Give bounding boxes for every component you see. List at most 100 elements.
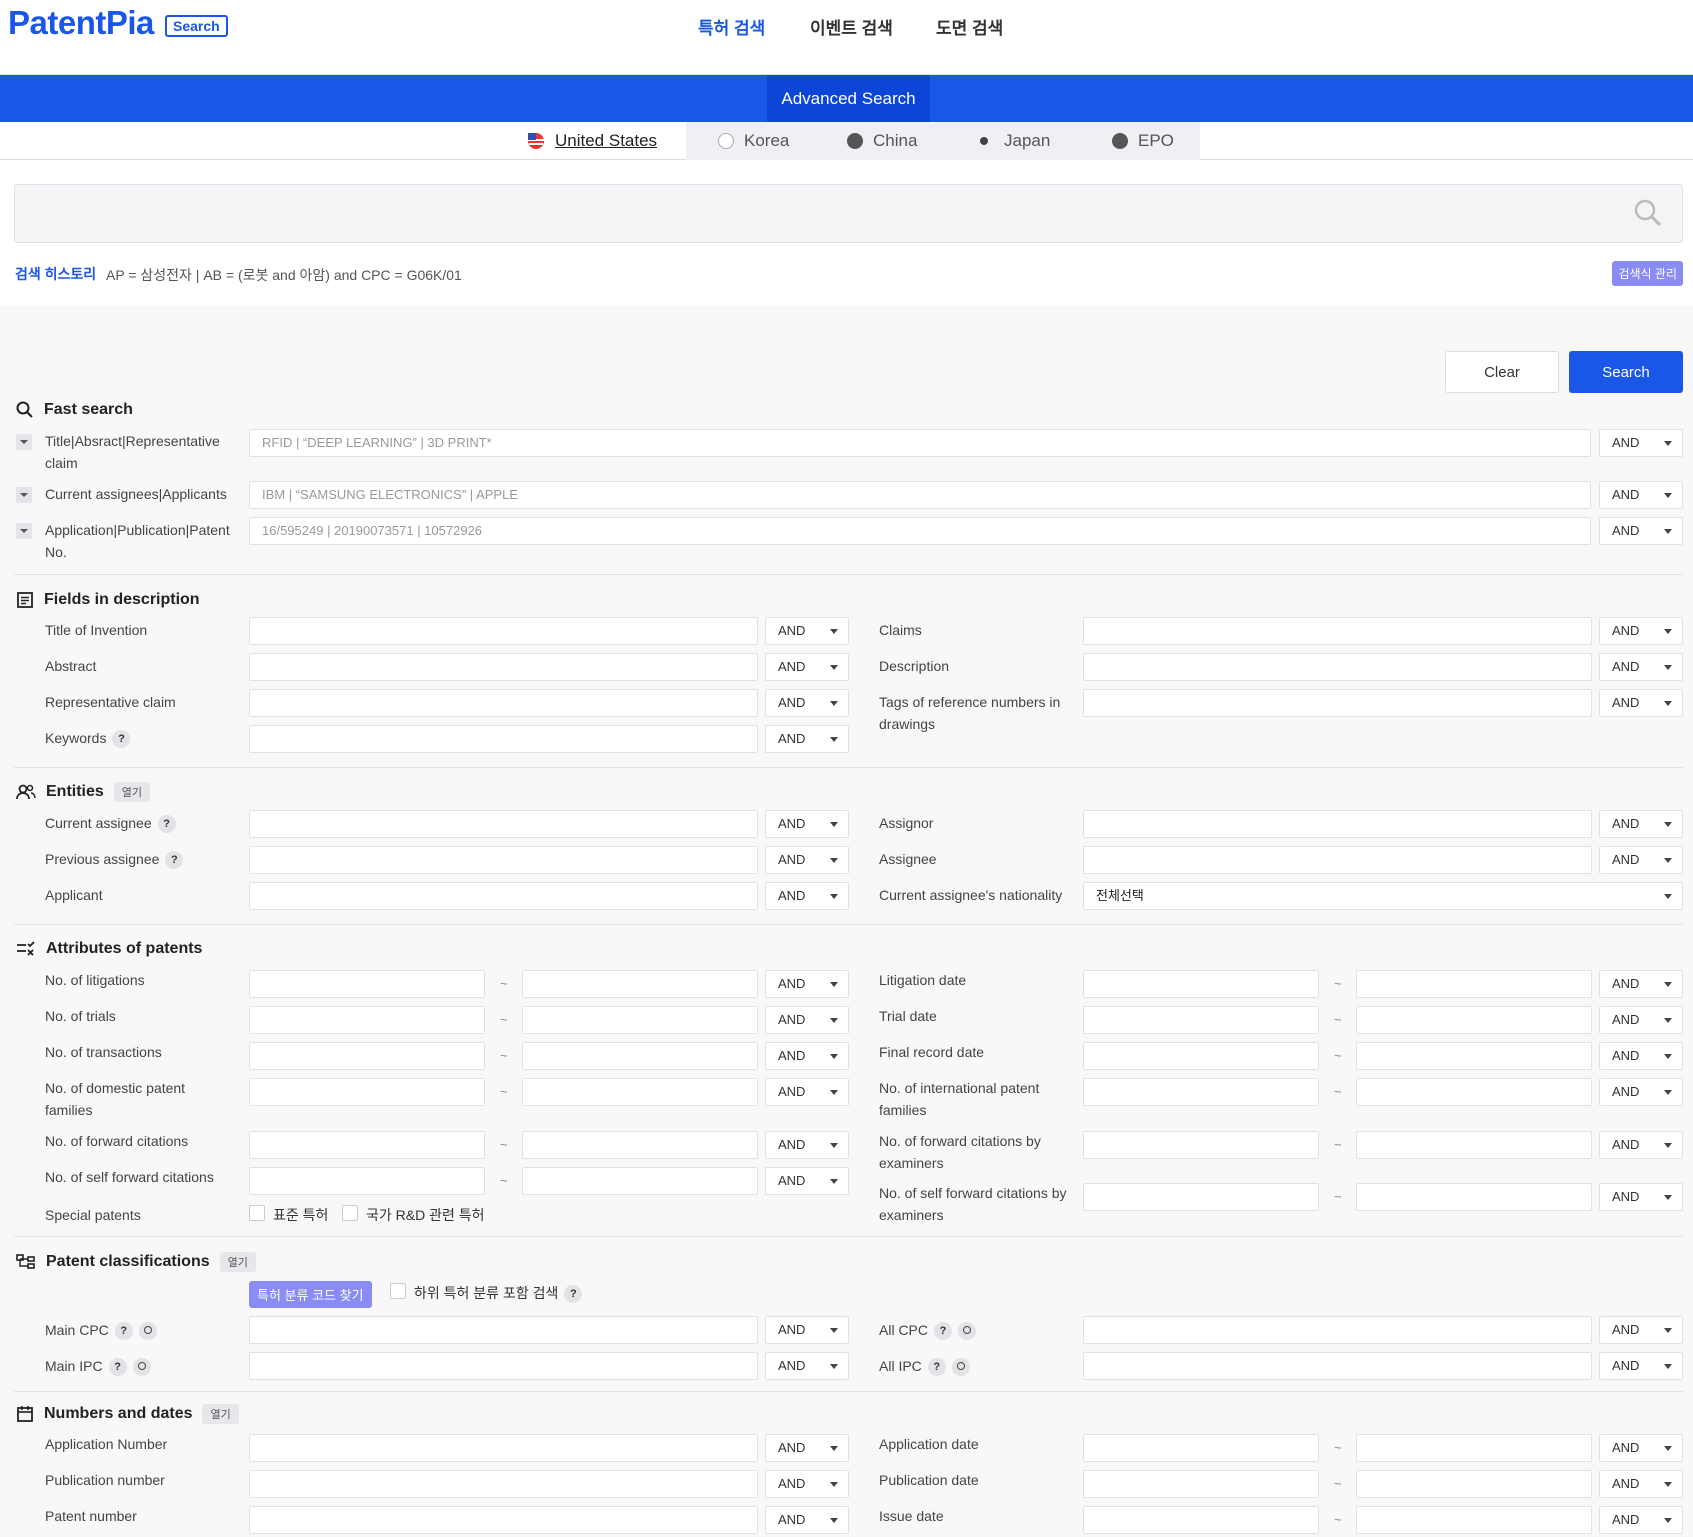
all-ipc-input[interactable] bbox=[1083, 1352, 1592, 1380]
operator-select[interactable]: AND bbox=[765, 970, 849, 998]
abstract-input[interactable] bbox=[249, 653, 758, 681]
range-from-input[interactable] bbox=[249, 1042, 485, 1070]
current-assignee-input[interactable] bbox=[249, 810, 758, 838]
number-input[interactable] bbox=[249, 1470, 758, 1498]
tab-epo[interactable]: EPO bbox=[1112, 122, 1174, 160]
magnifier-icon[interactable] bbox=[958, 1322, 977, 1341]
operator-select[interactable]: AND bbox=[765, 1470, 849, 1498]
tab-japan[interactable]: Japan bbox=[980, 122, 1050, 160]
search-history-label[interactable]: 검색 히스토리 bbox=[15, 264, 96, 284]
number-input[interactable] bbox=[249, 1434, 758, 1462]
operator-select[interactable]: AND bbox=[765, 1042, 849, 1070]
help-icon[interactable]: ? bbox=[927, 1358, 946, 1377]
help-icon[interactable]: ? bbox=[108, 1358, 127, 1377]
operator-select[interactable]: AND bbox=[765, 1506, 849, 1534]
range-from-input[interactable] bbox=[1083, 970, 1319, 998]
range-to-input[interactable] bbox=[1356, 970, 1592, 998]
operator-select[interactable]: AND bbox=[1599, 1470, 1683, 1498]
operator-select[interactable]: AND bbox=[765, 617, 849, 645]
operator-select[interactable]: AND bbox=[765, 1352, 849, 1380]
operator-select[interactable]: AND bbox=[1599, 1434, 1683, 1462]
nationality-select[interactable]: 전체선택 bbox=[1083, 882, 1683, 910]
date-to-input[interactable] bbox=[1356, 1506, 1592, 1534]
find-code-button[interactable]: 특허 분류 코드 찾기 bbox=[249, 1281, 372, 1308]
operator-select[interactable]: AND bbox=[765, 1434, 849, 1462]
range-from-input[interactable] bbox=[1083, 1006, 1319, 1034]
range-to-input[interactable] bbox=[1356, 1042, 1592, 1070]
claims-input[interactable] bbox=[1083, 617, 1592, 645]
include-sub-checkbox[interactable] bbox=[390, 1283, 406, 1299]
help-icon[interactable]: ? bbox=[157, 815, 176, 834]
operator-select[interactable]: AND bbox=[1599, 1078, 1683, 1106]
operator-select[interactable]: AND bbox=[1599, 617, 1683, 645]
operator-select[interactable]: AND bbox=[1599, 481, 1683, 509]
operator-select[interactable]: AND bbox=[1599, 429, 1683, 457]
operator-select[interactable]: AND bbox=[1599, 1506, 1683, 1534]
toggle-expand[interactable] bbox=[16, 523, 32, 539]
expand-badge[interactable]: 열기 bbox=[113, 782, 151, 802]
range-to-input[interactable] bbox=[522, 1078, 758, 1106]
tab-advanced-search[interactable]: Advanced Search bbox=[767, 75, 930, 122]
range-from-input[interactable] bbox=[1083, 1078, 1319, 1106]
range-to-input[interactable] bbox=[1356, 1131, 1592, 1159]
range-from-input[interactable] bbox=[1083, 1042, 1319, 1070]
operator-select[interactable]: AND bbox=[1599, 1183, 1683, 1211]
range-to-input[interactable] bbox=[522, 970, 758, 998]
operator-select[interactable]: AND bbox=[765, 653, 849, 681]
operator-select[interactable]: AND bbox=[1599, 1352, 1683, 1380]
logo[interactable]: PatentPia bbox=[8, 4, 154, 42]
main-cpc-input[interactable] bbox=[249, 1316, 758, 1344]
tab-china[interactable]: China bbox=[847, 122, 917, 160]
range-from-input[interactable] bbox=[249, 970, 485, 998]
tab-korea[interactable]: Korea bbox=[718, 122, 789, 160]
standard-patent-checkbox[interactable] bbox=[249, 1205, 265, 1221]
help-icon[interactable]: ? bbox=[114, 1322, 133, 1341]
operator-select[interactable]: AND bbox=[765, 882, 849, 910]
operator-select[interactable]: AND bbox=[765, 725, 849, 753]
main-ipc-input[interactable] bbox=[249, 1352, 758, 1380]
operator-select[interactable]: AND bbox=[1599, 689, 1683, 717]
manage-queries-button[interactable]: 검색식 관리 bbox=[1612, 261, 1683, 286]
help-icon[interactable]: ? bbox=[165, 851, 184, 870]
range-to-input[interactable] bbox=[522, 1131, 758, 1159]
range-to-input[interactable] bbox=[522, 1167, 758, 1195]
number-input[interactable] bbox=[249, 1506, 758, 1534]
nav-patent-search[interactable]: 특허 검색 bbox=[698, 14, 765, 39]
range-from-input[interactable] bbox=[1083, 1183, 1319, 1211]
operator-select[interactable]: AND bbox=[1599, 1131, 1683, 1159]
help-icon[interactable]: ? bbox=[112, 730, 131, 749]
operator-select[interactable]: AND bbox=[765, 1078, 849, 1106]
tags-input[interactable] bbox=[1083, 689, 1592, 717]
description-input[interactable] bbox=[1083, 653, 1592, 681]
range-to-input[interactable] bbox=[522, 1042, 758, 1070]
main-search-input[interactable] bbox=[14, 184, 1683, 243]
date-from-input[interactable] bbox=[1083, 1506, 1319, 1534]
range-to-input[interactable] bbox=[1356, 1006, 1592, 1034]
operator-select[interactable]: AND bbox=[765, 1006, 849, 1034]
toggle-expand[interactable] bbox=[16, 434, 32, 450]
operator-select[interactable]: AND bbox=[1599, 846, 1683, 874]
range-to-input[interactable] bbox=[522, 1006, 758, 1034]
fast-title-input[interactable]: RFID | “DEEP LEARNING” | 3D PRINT* bbox=[249, 429, 1591, 457]
operator-select[interactable]: AND bbox=[1599, 810, 1683, 838]
help-icon[interactable]: ? bbox=[564, 1285, 583, 1304]
tab-united-states[interactable]: United States bbox=[527, 122, 657, 160]
operator-select[interactable]: AND bbox=[1599, 1316, 1683, 1344]
magnifier-icon[interactable] bbox=[132, 1358, 151, 1377]
date-to-input[interactable] bbox=[1356, 1434, 1592, 1462]
assignee-input[interactable] bbox=[1083, 846, 1592, 874]
range-from-input[interactable] bbox=[249, 1167, 485, 1195]
keywords-input[interactable] bbox=[249, 725, 758, 753]
fast-number-input[interactable]: 16/595249 | 20190073571 | 10572926 bbox=[249, 517, 1591, 545]
expand-badge[interactable]: 열기 bbox=[219, 1252, 256, 1272]
operator-select[interactable]: AND bbox=[765, 1316, 849, 1344]
range-to-input[interactable] bbox=[1356, 1078, 1592, 1106]
previous-assignee-input[interactable] bbox=[249, 846, 758, 874]
all-cpc-input[interactable] bbox=[1083, 1316, 1592, 1344]
title-input[interactable] bbox=[249, 617, 758, 645]
search-history-text[interactable]: AP = 삼성전자 | AB = (로봇 and 아암) and CPC = G… bbox=[106, 265, 462, 285]
operator-select[interactable]: AND bbox=[765, 810, 849, 838]
magnifier-icon[interactable] bbox=[951, 1358, 970, 1377]
search-button[interactable]: Search bbox=[1569, 351, 1683, 393]
nav-drawing-search[interactable]: 도면 검색 bbox=[936, 14, 1003, 39]
